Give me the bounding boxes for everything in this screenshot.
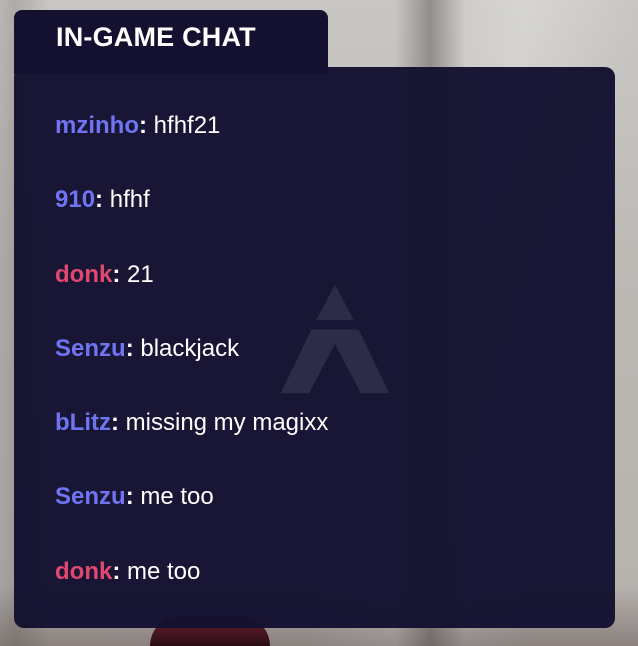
chat-message-separator: :	[95, 186, 110, 214]
chat-message-text: 21	[127, 260, 154, 288]
chat-message-username: 910	[55, 186, 96, 214]
chat-message: Senzu: me too	[55, 483, 328, 557]
chat-message-username: Senzu	[55, 334, 126, 362]
chat-message-text: blackjack	[140, 334, 240, 362]
chat-message-text: hfhf21	[153, 112, 221, 139]
chat-message-list: mzinho: hfhf21 910: hfhf donk: 21 Senzu: bl…	[55, 112, 328, 628]
chat-message-text: me too	[127, 557, 201, 585]
chat-message-separator: :	[112, 557, 127, 585]
chat-message-username: donk	[55, 260, 113, 288]
chat-message: 910: hfhf	[55, 186, 328, 260]
chat-header-tab: IN-GAME CHAT	[14, 10, 328, 74]
chat-panel: mzinho: hfhf21 910: hfhf donk: 21 Senzu: bl…	[14, 67, 615, 628]
chat-message-separator: :	[125, 483, 141, 511]
chat-message-separator: :	[139, 112, 154, 139]
chat-message: donk: 21	[55, 261, 328, 335]
chat-message: Senzu: blackjack	[55, 335, 328, 409]
chat-message-text: hfhf	[109, 186, 150, 214]
chat-message-username: donk	[55, 557, 113, 585]
chat-message-username: bLitz	[55, 409, 111, 437]
chat-message-separator: :	[125, 334, 141, 362]
chat-message-username: mzinho	[55, 112, 139, 139]
chat-title: IN-GAME CHAT	[56, 22, 256, 52]
chat-message: bLitz: missing my magixx	[55, 409, 328, 483]
chat-message-text: missing my magixx	[125, 409, 329, 437]
chat-message: donk: me too	[55, 558, 328, 628]
chat-message-text: me too	[140, 483, 214, 511]
chat-message-separator: :	[110, 409, 126, 437]
chat-message-username: Senzu	[55, 483, 126, 511]
chat-message-separator: :	[112, 260, 127, 288]
chat-message: mzinho: hfhf21	[55, 112, 328, 186]
